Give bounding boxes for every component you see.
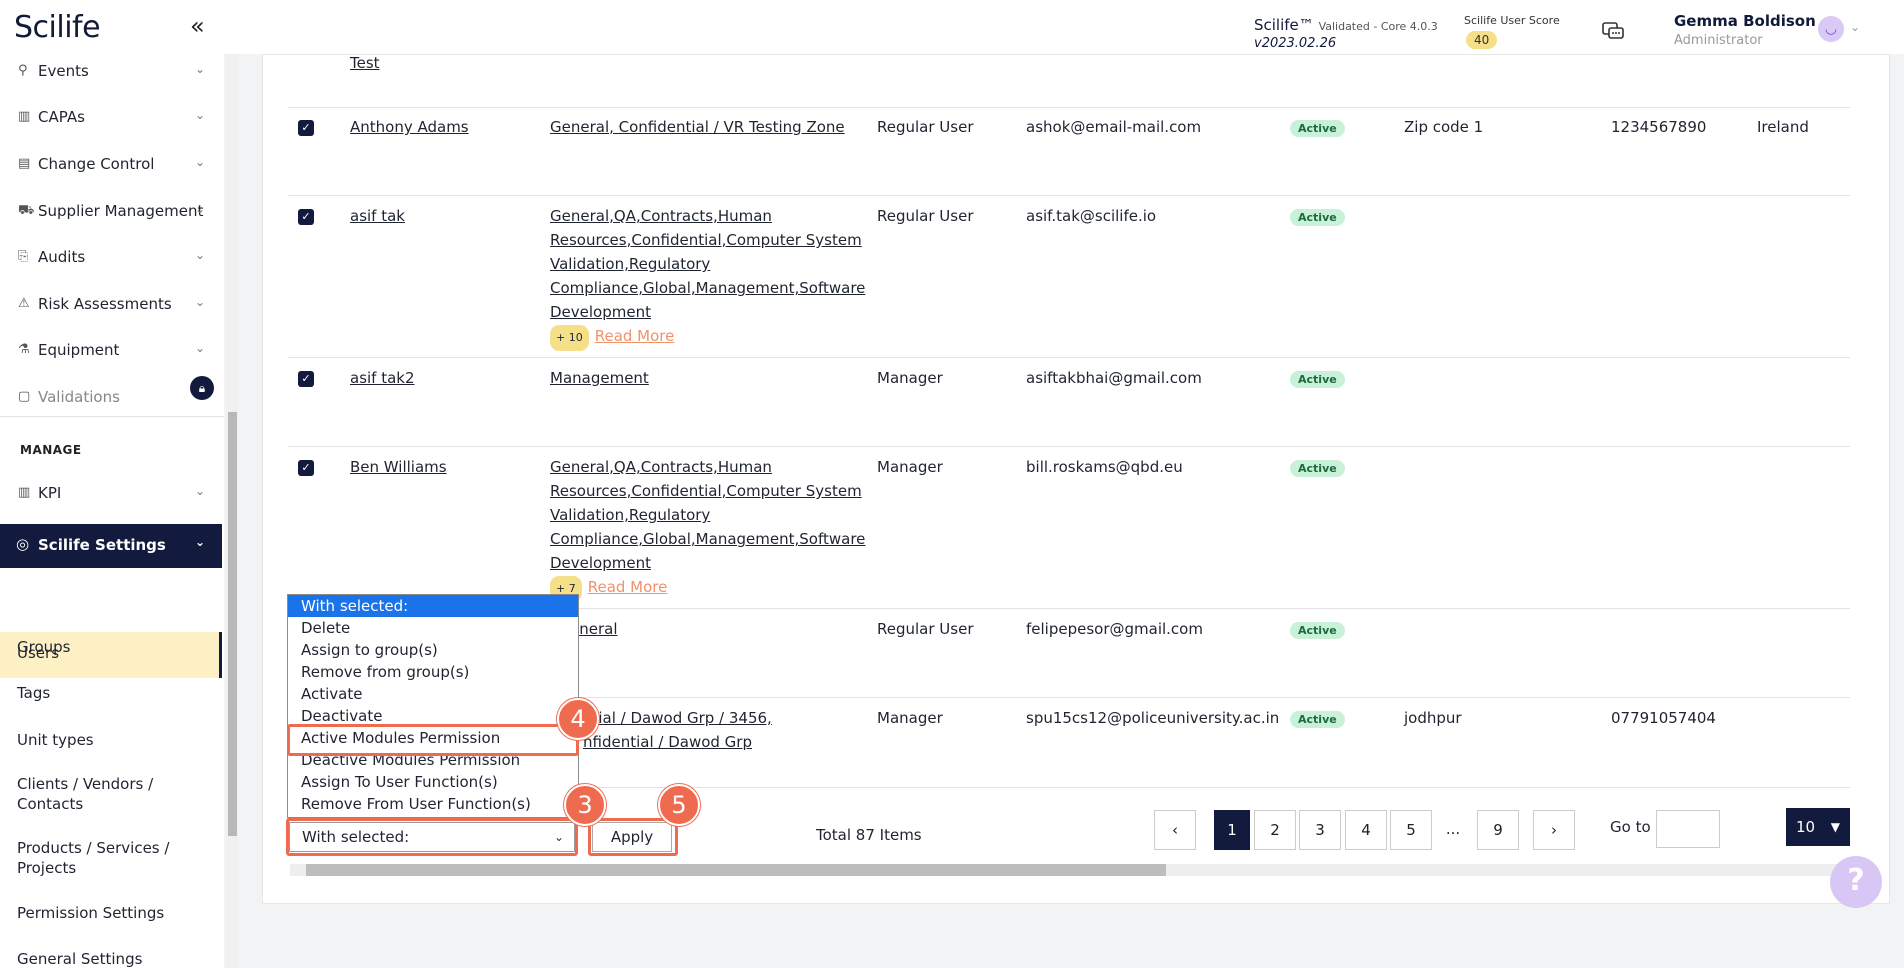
chevron-down-icon: ⌄	[195, 295, 206, 309]
validated-label: Validated - Core 4.0.3	[1318, 20, 1438, 33]
highlight-bulk-select	[286, 818, 578, 856]
page-3-button[interactable]: 3	[1299, 810, 1341, 850]
user-role: Administrator	[1674, 33, 1763, 48]
pin-icon: ⚲	[18, 63, 28, 78]
bulk-action-options[interactable]: With selected: Delete Assign to group(s)…	[287, 594, 579, 818]
horizontal-scrollbar-thumb[interactable]	[306, 864, 1166, 876]
user-score-badge: 40	[1466, 31, 1498, 49]
lock-icon: 🔒︎	[190, 376, 214, 400]
help-button[interactable]: ?	[1830, 856, 1882, 908]
table-row	[288, 447, 1850, 609]
caret-down-icon: ▼	[1830, 820, 1840, 834]
goto-page-input[interactable]	[1656, 810, 1720, 848]
document-icon: ▤	[18, 156, 31, 171]
collapse-sidebar-icon[interactable]: «	[190, 12, 205, 40]
chevron-down-icon: ⌄	[195, 535, 206, 549]
page-9-button[interactable]: 9	[1477, 810, 1519, 850]
manage-heading: MANAGE	[20, 443, 82, 457]
truck-icon: ⛟	[18, 203, 35, 218]
bar-chart-icon: ▥	[18, 485, 31, 500]
user-score: Scilife User Score 40	[1464, 14, 1560, 49]
total-items: Total 87 Items	[816, 826, 922, 844]
sidebar-item-events[interactable]: ⚲ Events ⌄	[0, 54, 224, 90]
chat-icon[interactable]	[1602, 22, 1624, 42]
option-activate[interactable]: Activate	[288, 683, 578, 705]
warning-icon: ⚠	[18, 296, 30, 311]
page-4-button[interactable]: 4	[1345, 810, 1387, 850]
version-number: v2023.02.26	[1254, 36, 1337, 51]
sidebar-item-unit-types[interactable]: Unit types	[0, 731, 224, 749]
goto-label: Go to	[1610, 818, 1651, 836]
sidebar-item-change-control[interactable]: ▤ Change Control ⌄	[0, 147, 224, 183]
chevron-down-icon: ⌄	[195, 62, 206, 76]
user-score-label: Scilife User Score	[1464, 14, 1560, 27]
table-row	[288, 108, 1850, 196]
highlight-apply-button	[588, 818, 678, 856]
product-name: Scilife™	[1254, 16, 1314, 34]
page-1-button[interactable]: 1	[1214, 810, 1250, 850]
settings-icon: ◎	[16, 535, 30, 553]
flask-icon: ⚗	[18, 342, 30, 357]
user-name: Gemma Boldison	[1674, 12, 1816, 30]
sidebar: ⚲ Events ⌄ ▥ CAPAs ⌄ ▤ Change Control ⌄ ⛟ Suppl…	[0, 54, 224, 968]
option-assign-to-groups[interactable]: Assign to group(s)	[288, 639, 578, 661]
chevron-down-icon: ⌄	[195, 155, 206, 169]
chevron-down-icon: ⌄	[195, 202, 206, 216]
page-size-select[interactable]: 10 ▼	[1786, 808, 1850, 846]
sidebar-item-tags[interactable]: Tags	[0, 684, 224, 702]
page-2-button[interactable]: 2	[1254, 810, 1296, 850]
top-bar: Scilife « Scilife™ Validated - Core 4.0.…	[0, 0, 1904, 54]
sidebar-item-products-services-projects[interactable]: Products / Services / Projects	[0, 838, 170, 878]
sidebar-item-scilife-settings[interactable]: ◎ Scilife Settings ⌄	[0, 524, 222, 568]
chevron-down-icon: ⌄	[195, 484, 206, 498]
chart-icon: ▥	[18, 109, 31, 124]
next-page-button[interactable]: ›	[1533, 810, 1575, 850]
chevron-down-icon[interactable]: ⌄	[1850, 20, 1860, 34]
sidebar-item-audits[interactable]: ⎘ Audits ⌄	[0, 240, 224, 276]
step-marker-4: 4	[557, 698, 599, 740]
page-5-button[interactable]: 5	[1390, 810, 1432, 850]
option-with-selected[interactable]: With selected:	[288, 595, 578, 617]
sidebar-item-capas[interactable]: ▥ CAPAs ⌄	[0, 100, 224, 136]
scilife-logo[interactable]: Scilife	[14, 10, 101, 45]
sidebar-item-supplier-management[interactable]: ⛟ Supplier Management ⌄	[0, 194, 224, 230]
version-info: Scilife™ Validated - Core 4.0.3 v2023.02…	[1254, 16, 1438, 51]
sidebar-item-equipment[interactable]: ⚗ Equipment ⌄	[0, 333, 224, 369]
user-menu[interactable]: Gemma Boldison Administrator	[1674, 12, 1816, 48]
chevron-down-icon: ⌄	[195, 248, 206, 262]
step-marker-5: 5	[658, 784, 700, 826]
highlight-active-modules-permission	[287, 724, 579, 756]
table-row	[288, 196, 1850, 358]
sidebar-scrollbar-thumb[interactable]	[228, 412, 237, 836]
sidebar-item-clients-vendors-contacts[interactable]: Clients / Vendors / Contacts	[0, 774, 170, 814]
sidebar-item-general-settings[interactable]: General Settings	[0, 950, 224, 968]
clipboard-icon: ▢	[18, 389, 31, 404]
page-ellipsis: ...	[1445, 820, 1461, 838]
table-row	[288, 358, 1850, 447]
chevron-down-icon: ⌄	[195, 108, 206, 122]
step-marker-3: 3	[564, 784, 606, 826]
divider	[0, 416, 224, 417]
sidebar-item-permission-settings[interactable]: Permission Settings	[0, 904, 224, 922]
option-remove-from-groups[interactable]: Remove from group(s)	[288, 661, 578, 683]
sidebar-item-kpi[interactable]: ▥ KPI ⌄	[0, 476, 224, 512]
table-row	[288, 54, 1850, 108]
option-assign-to-user-functions[interactable]: Assign To User Function(s)	[288, 771, 578, 793]
option-delete[interactable]: Delete	[288, 617, 578, 639]
prev-page-button[interactable]: ‹	[1154, 810, 1196, 850]
audit-icon: ⎘	[18, 249, 29, 264]
chevron-down-icon: ⌄	[195, 341, 206, 355]
sidebar-item-risk-assessments[interactable]: ⚠ Risk Assessments ⌄	[0, 287, 224, 323]
avatar[interactable]: ◡	[1818, 16, 1844, 42]
option-remove-from-user-functions[interactable]: Remove From User Function(s)	[288, 793, 578, 815]
sidebar-item-groups[interactable]: Groups	[0, 638, 224, 656]
